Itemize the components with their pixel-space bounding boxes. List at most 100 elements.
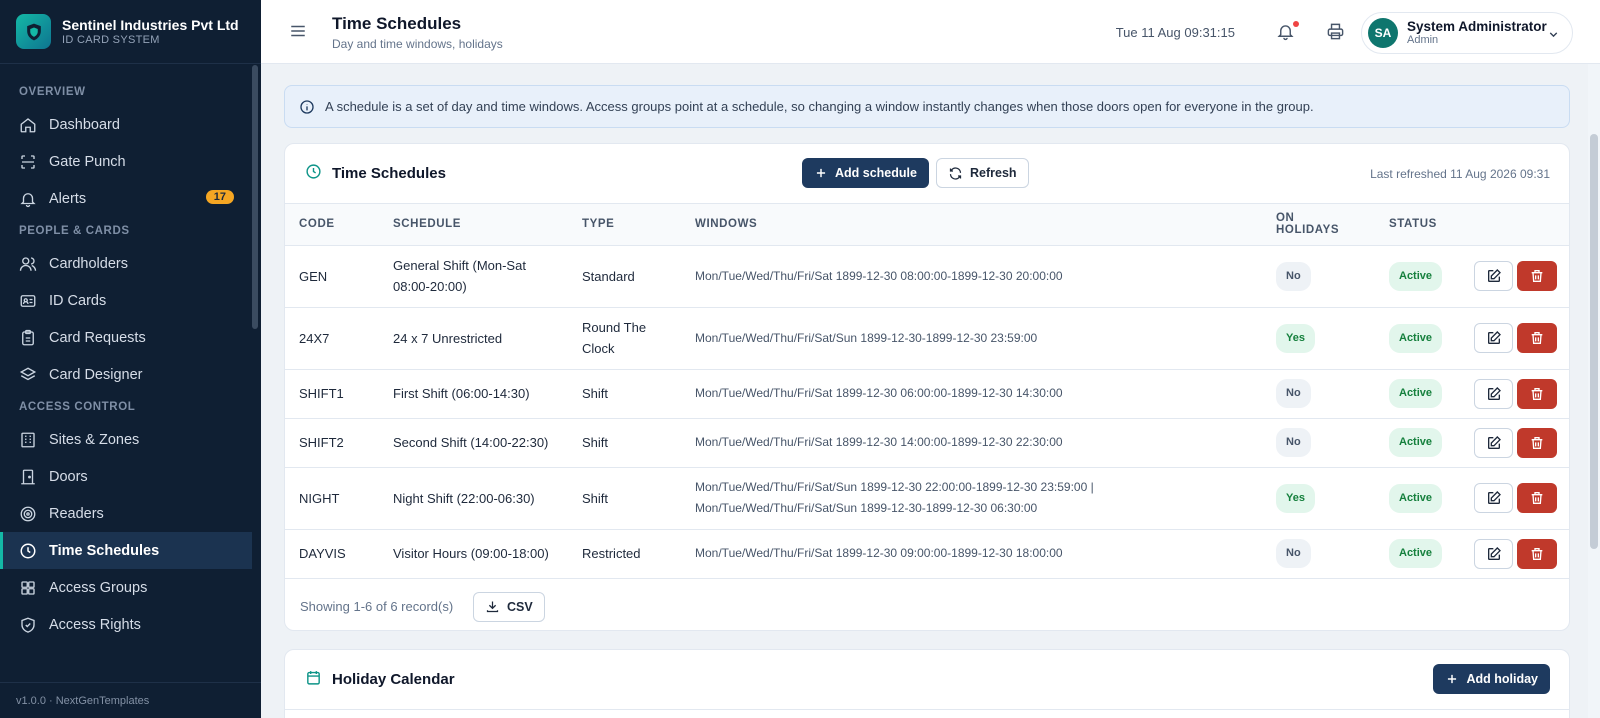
sidebar-item-alerts[interactable]: Alerts 17 xyxy=(0,180,261,217)
sidebar-item-card-designer[interactable]: Card Designer xyxy=(0,356,261,393)
edit-icon xyxy=(1486,268,1502,284)
info-icon xyxy=(299,99,315,115)
cell-schedule: Visitor Hours (09:00-18:00) xyxy=(379,529,568,579)
edit-button[interactable] xyxy=(1474,483,1513,513)
sidebar-item-cardholders[interactable]: Cardholders xyxy=(0,245,261,282)
brand-name: Sentinel Industries Pvt Ltd xyxy=(62,16,239,33)
csv-export-button[interactable]: CSV xyxy=(473,591,545,622)
delete-button[interactable] xyxy=(1517,427,1557,458)
cell-status: Active xyxy=(1375,467,1456,530)
printer-icon[interactable] xyxy=(1326,22,1345,46)
sidebar-item-label: Card Designer xyxy=(49,366,143,383)
sidebar-item-label: Gate Punch xyxy=(49,153,126,170)
refresh-button[interactable]: Refresh xyxy=(936,158,1029,188)
delete-button[interactable] xyxy=(1517,378,1557,409)
column-header-status[interactable]: STATUS xyxy=(1375,204,1456,246)
edit-button[interactable] xyxy=(1474,323,1513,353)
cell-holidays: No xyxy=(1262,529,1375,579)
sidebar-scrollbar[interactable] xyxy=(252,65,258,329)
refresh-label: Refresh xyxy=(970,166,1017,180)
page-scrollbar-thumb[interactable] xyxy=(1590,134,1598,549)
notification-bell-icon[interactable] xyxy=(1276,22,1295,46)
edit-button[interactable] xyxy=(1474,378,1513,409)
scan-icon xyxy=(19,153,37,171)
cell-status: Active xyxy=(1375,307,1456,370)
trash-icon xyxy=(1529,330,1545,346)
status-badge: Active xyxy=(1389,539,1443,568)
chevron-down-icon xyxy=(1547,28,1560,46)
column-header-on-holidays[interactable]: ON HOLIDAYS xyxy=(1262,204,1375,246)
holiday-badge: No xyxy=(1276,261,1311,291)
sidebar-item-id-cards[interactable]: ID Cards xyxy=(0,282,261,319)
cell-code: GEN xyxy=(285,245,379,308)
column-header-schedule[interactable]: SCHEDULE xyxy=(379,204,568,246)
cell-schedule: Second Shift (14:00-22:30) xyxy=(379,418,568,468)
sidebar-item-label: Doors xyxy=(49,468,88,485)
door-icon xyxy=(19,468,37,486)
cell-type: Restricted xyxy=(568,529,681,579)
page-subtitle: Day and time windows, holidays xyxy=(332,37,503,51)
cell-schedule: First Shift (06:00-14:30) xyxy=(379,369,568,419)
sidebar-item-sites-zones[interactable]: Sites & Zones xyxy=(0,421,261,458)
sidebar-item-access-groups[interactable]: Access Groups xyxy=(0,569,261,606)
delete-button[interactable] xyxy=(1517,323,1557,353)
sidebar-item-label: Access Rights xyxy=(49,616,141,633)
holiday-badge: Yes xyxy=(1276,483,1315,513)
grid-icon xyxy=(19,579,37,597)
cell-schedule: 24 x 7 Unrestricted xyxy=(379,307,568,370)
cell-windows: Mon/Tue/Wed/Thu/Fri/Sat 1899-12-30 08:00… xyxy=(681,245,1262,308)
sidebar-item-doors[interactable]: Doors xyxy=(0,458,261,495)
edit-button[interactable] xyxy=(1474,538,1513,569)
building-icon xyxy=(19,431,37,449)
cell-holidays: No xyxy=(1262,369,1375,419)
cell-schedule: Night Shift (22:00-06:30) xyxy=(379,467,568,530)
download-icon xyxy=(485,599,507,614)
clock-icon xyxy=(305,163,322,185)
status-badge: Active xyxy=(1389,261,1443,291)
card-header: Time Schedules Add schedule Refresh Last… xyxy=(285,144,1569,204)
sidebar-item-label: Dashboard xyxy=(49,116,120,133)
cell-windows: Mon/Tue/Wed/Thu/Fri/Sat 1899-12-30 09:00… xyxy=(681,529,1262,579)
delete-button[interactable] xyxy=(1517,538,1557,569)
add-holiday-label: Add holiday xyxy=(1466,672,1538,686)
add-schedule-button[interactable]: Add schedule xyxy=(802,158,929,188)
column-header-type[interactable]: TYPE xyxy=(568,204,681,246)
edit-button[interactable] xyxy=(1474,261,1513,291)
cell-status: Active xyxy=(1375,529,1456,579)
edit-icon xyxy=(1486,546,1502,562)
brand-subtitle: ID CARD SYSTEM xyxy=(62,33,160,46)
menu-icon[interactable] xyxy=(289,22,307,45)
delete-button[interactable] xyxy=(1517,261,1557,291)
home-icon xyxy=(19,116,37,134)
edit-button[interactable] xyxy=(1474,427,1513,458)
column-header-code[interactable]: CODE xyxy=(285,204,379,246)
shield-logo-icon xyxy=(16,14,51,49)
holiday-badge: Yes xyxy=(1276,323,1315,353)
sidebar-nav: OVERVIEW Dashboard Gate Punch Alerts 17 … xyxy=(0,64,261,682)
cell-holidays: Yes xyxy=(1262,307,1375,370)
sidebar-item-access-rights[interactable]: Access Rights xyxy=(0,606,261,643)
cell-schedule: General Shift (Mon-Sat 08:00-20:00) xyxy=(379,245,568,308)
cell-holidays: No xyxy=(1262,418,1375,468)
cell-actions xyxy=(1456,245,1569,308)
cell-type: Standard xyxy=(568,245,681,308)
cell-status: Active xyxy=(1375,418,1456,468)
cell-code: SHIFT1 xyxy=(285,369,379,419)
top-header: Time Schedules Day and time windows, hol… xyxy=(261,0,1600,64)
holiday-badge: No xyxy=(1276,428,1311,457)
info-text: A schedule is a set of day and time wind… xyxy=(325,99,1314,114)
cell-code: DAYVIS xyxy=(285,529,379,579)
sidebar-item-card-requests[interactable]: Card Requests xyxy=(0,319,261,356)
cell-actions xyxy=(1456,369,1569,419)
add-holiday-button[interactable]: Add holiday xyxy=(1433,664,1550,694)
user-menu[interactable]: SA System Administrator Admin xyxy=(1361,12,1573,54)
trash-icon xyxy=(1529,546,1545,562)
sidebar-item-time-schedules[interactable]: Time Schedules xyxy=(0,532,252,569)
delete-button[interactable] xyxy=(1517,483,1557,513)
sidebar-item-gate-punch[interactable]: Gate Punch xyxy=(0,143,261,180)
sidebar-item-readers[interactable]: Readers xyxy=(0,495,261,532)
column-header-windows[interactable]: WINDOWS xyxy=(681,204,1262,246)
page-scrollbar[interactable] xyxy=(1588,64,1600,718)
sidebar-item-dashboard[interactable]: Dashboard xyxy=(0,106,261,143)
sidebar-item-label: Access Groups xyxy=(49,579,148,596)
